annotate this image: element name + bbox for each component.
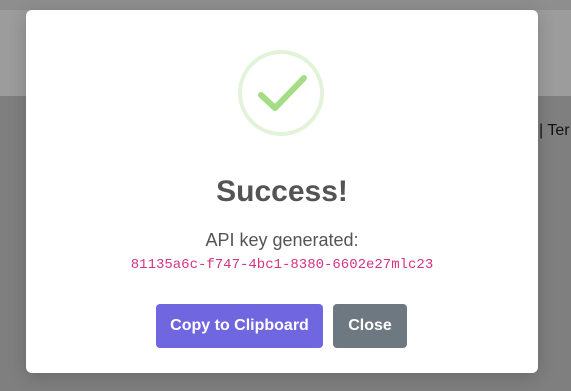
check-icon bbox=[258, 75, 307, 111]
copy-to-clipboard-button[interactable]: Copy to Clipboard bbox=[156, 304, 323, 348]
close-button[interactable]: Close bbox=[333, 304, 407, 348]
dialog-title: Success! bbox=[216, 175, 348, 208]
background-top-bar bbox=[0, 0, 571, 10]
success-dialog: Success! API key generated: 81135a6c-f74… bbox=[26, 10, 538, 373]
dialog-message: API key generated: bbox=[205, 230, 359, 250]
background-nav-link[interactable]: | Ter bbox=[539, 122, 570, 140]
api-key-value: 81135a6c-f747-4bc1-8380-6602e27mlc23 bbox=[130, 257, 434, 273]
success-check-icon bbox=[238, 50, 324, 136]
